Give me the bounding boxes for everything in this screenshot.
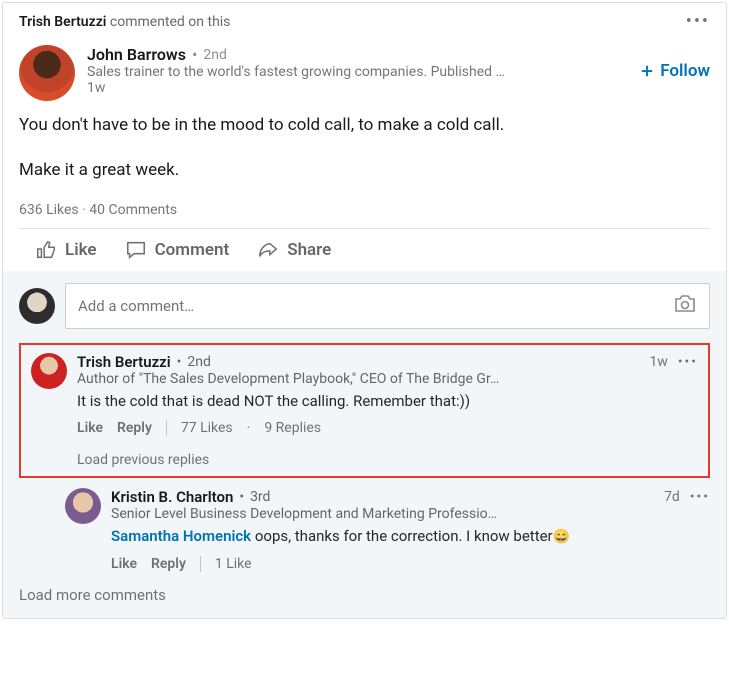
comment-input[interactable]: Add a comment… — [65, 283, 710, 329]
like-button[interactable]: Like — [35, 239, 97, 261]
comment-replies-count[interactable]: 9 Replies — [264, 420, 321, 436]
author-name[interactable]: John Barrows — [87, 45, 186, 64]
author-headline: Sales trainer to the world's fastest gro… — [87, 64, 557, 80]
load-previous-replies[interactable]: Load previous replies — [77, 452, 698, 468]
comments-area: Add a comment… Trish Bertuzzi • 2nd 1w • — [3, 271, 726, 618]
comment-likes-count[interactable]: 77 Likes — [181, 420, 233, 436]
comment-time: 7d — [664, 489, 680, 505]
comment-reply-button[interactable]: Reply — [151, 556, 186, 572]
highlighted-comment-box: Trish Bertuzzi • 2nd 1w ••• Author of "T… — [19, 343, 710, 478]
comment: Trish Bertuzzi • 2nd 1w ••• Author of "T… — [31, 353, 698, 468]
commenter-headline: Senior Level Business Development and Ma… — [111, 506, 651, 522]
author-degree: 2nd — [203, 47, 227, 63]
current-user-avatar[interactable] — [19, 288, 55, 324]
comment-more-menu[interactable]: ••• — [690, 490, 710, 504]
mention-link[interactable]: Samantha Homenick — [111, 527, 251, 545]
comment: Kristin B. Charlton • 3rd 7d ••• Senior … — [65, 488, 710, 572]
plus-icon — [638, 62, 656, 80]
post-body: You don't have to be in the mood to cold… — [3, 109, 726, 200]
commenter-name[interactable]: Kristin B. Charlton — [111, 488, 233, 506]
like-icon — [35, 239, 57, 261]
comment-text: Samantha Homenick oops, thanks for the c… — [111, 526, 710, 548]
commenter-degree: 2nd — [187, 354, 211, 370]
add-comment-row: Add a comment… — [19, 283, 710, 329]
feed-post-card: Trish Bertuzzi commented on this ••• Joh… — [2, 2, 727, 619]
camera-icon[interactable] — [673, 292, 697, 320]
post-text-line: Make it a great week. — [19, 158, 710, 183]
comment-icon — [125, 239, 147, 261]
comment-placeholder: Add a comment… — [78, 297, 194, 315]
comment-reply-button[interactable]: Reply — [117, 420, 152, 436]
comments-count[interactable]: 40 Comments — [89, 202, 177, 218]
comment-likes-count[interactable]: 1 Like — [215, 556, 252, 572]
post-text-line: You don't have to be in the mood to cold… — [19, 113, 710, 138]
share-button[interactable]: Share — [257, 239, 331, 261]
comment-actions: Like Reply 1 Like — [111, 556, 710, 572]
commenter-headline: Author of "The Sales Development Playboo… — [77, 371, 617, 387]
emoji: 😄 — [553, 529, 570, 545]
post-more-menu[interactable]: ••• — [686, 13, 710, 31]
comment-button[interactable]: Comment — [125, 239, 230, 261]
activity-header: Trish Bertuzzi commented on this ••• — [3, 3, 726, 37]
follow-button[interactable]: Follow — [638, 45, 710, 81]
action-bar: Like Comment Share — [19, 229, 710, 271]
commenter-degree: 3rd — [250, 489, 270, 505]
likes-count[interactable]: 636 Likes — [19, 202, 79, 218]
social-counts: 636 Likes · 40 Comments — [19, 200, 710, 229]
activity-action: commented on this — [110, 14, 231, 30]
post-time: 1w — [87, 80, 626, 96]
comment-time: 1w — [649, 354, 667, 370]
author-avatar[interactable] — [19, 45, 75, 101]
reply-thread: Kristin B. Charlton • 3rd 7d ••• Senior … — [19, 488, 710, 572]
comment-like-button[interactable]: Like — [77, 420, 103, 436]
comment-like-button[interactable]: Like — [111, 556, 137, 572]
comment-actions: Like Reply 77 Likes · 9 Replies — [77, 420, 698, 436]
post-header: John Barrows • 2nd Sales trainer to the … — [3, 37, 726, 109]
activity-actor[interactable]: Trish Bertuzzi — [19, 14, 106, 30]
share-icon — [257, 239, 279, 261]
commenter-name[interactable]: Trish Bertuzzi — [77, 353, 171, 371]
comment-more-menu[interactable]: ••• — [678, 355, 698, 369]
load-more-comments[interactable]: Load more comments — [19, 586, 710, 604]
commenter-avatar[interactable] — [31, 353, 67, 389]
comment-text: It is the cold that is dead NOT the call… — [77, 391, 698, 412]
commenter-avatar[interactable] — [65, 488, 101, 524]
